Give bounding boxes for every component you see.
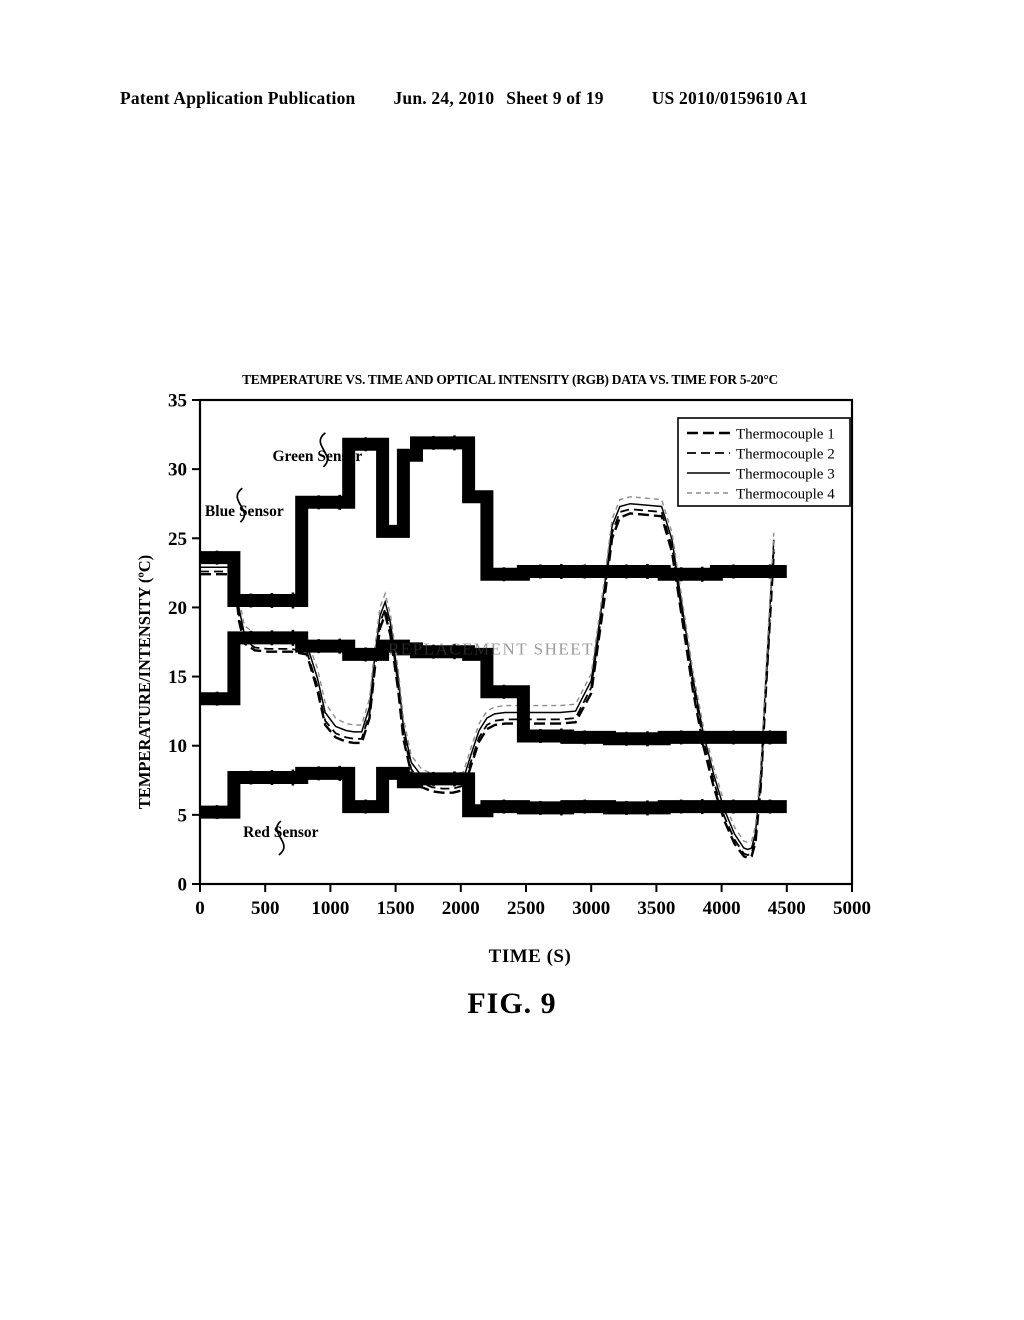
legend-label: Thermocouple 3 [736, 467, 835, 483]
x-tick-label: 0 [195, 898, 205, 919]
legend-label: Thermocouple 2 [736, 447, 835, 463]
y-tick-label: 10 [168, 736, 187, 757]
chart-legend: Thermocouple 1 Thermocouple 2 Thermocouple… [677, 417, 851, 507]
x-axis-label: TIME (S) [489, 946, 572, 967]
y-tick-label: 15 [168, 667, 187, 688]
x-tick-label: 2000 [442, 898, 480, 919]
watermark-text: REPLACEMENT SHEET [388, 639, 594, 658]
legend-label: Thermocouple 1 [736, 427, 835, 443]
x-tick-label: 3000 [572, 898, 610, 919]
sensor-annotation-label: Green Sensor [273, 448, 363, 465]
y-tick-label: 5 [178, 805, 188, 826]
series-line [200, 766, 787, 819]
y-axis-label: TEMPERATURE/INTENSITY (ºC) [135, 555, 154, 809]
patent-header: Patent Application Publication Jun. 24, … [120, 88, 910, 114]
figure-caption: FIG. 9 [467, 987, 557, 1020]
x-tick-label: 4000 [703, 898, 741, 919]
figure-block: TEMPERATURE VS. TIME AND OPTICAL INTENSI… [0, 362, 1024, 1042]
y-tick-label: 30 [168, 460, 187, 481]
x-tick-label: 1500 [377, 898, 415, 919]
chart-figure: TEMPERATURE VS. TIME AND OPTICAL INTENSI… [135, 372, 871, 967]
publication-title: Patent Application Publication [120, 88, 356, 108]
x-tick-label: 2500 [507, 898, 545, 919]
document-number: US 2010/0159610 A1 [651, 88, 808, 108]
x-tick-label: 3500 [637, 898, 675, 919]
publication-date: Jun. 24, 2010 [393, 88, 495, 108]
y-tick-label: 35 [168, 391, 187, 412]
legend-label: Thermocouple 4 [736, 487, 835, 503]
x-tick-label: 4500 [768, 898, 806, 919]
x-tick-label: 1000 [311, 898, 349, 919]
y-tick-label: 20 [168, 598, 187, 619]
sheet-number: Sheet 9 of 19 [506, 88, 604, 108]
x-tick-label: 500 [251, 898, 280, 919]
y-tick-label: 0 [178, 875, 188, 896]
replacement-sheet-watermark: REPLACEMENT SHEET [388, 639, 594, 658]
chart-title: TEMPERATURE VS. TIME AND OPTICAL INTENSI… [242, 372, 778, 387]
x-tick-label: 5000 [833, 898, 871, 919]
y-tick-label: 25 [168, 529, 187, 550]
